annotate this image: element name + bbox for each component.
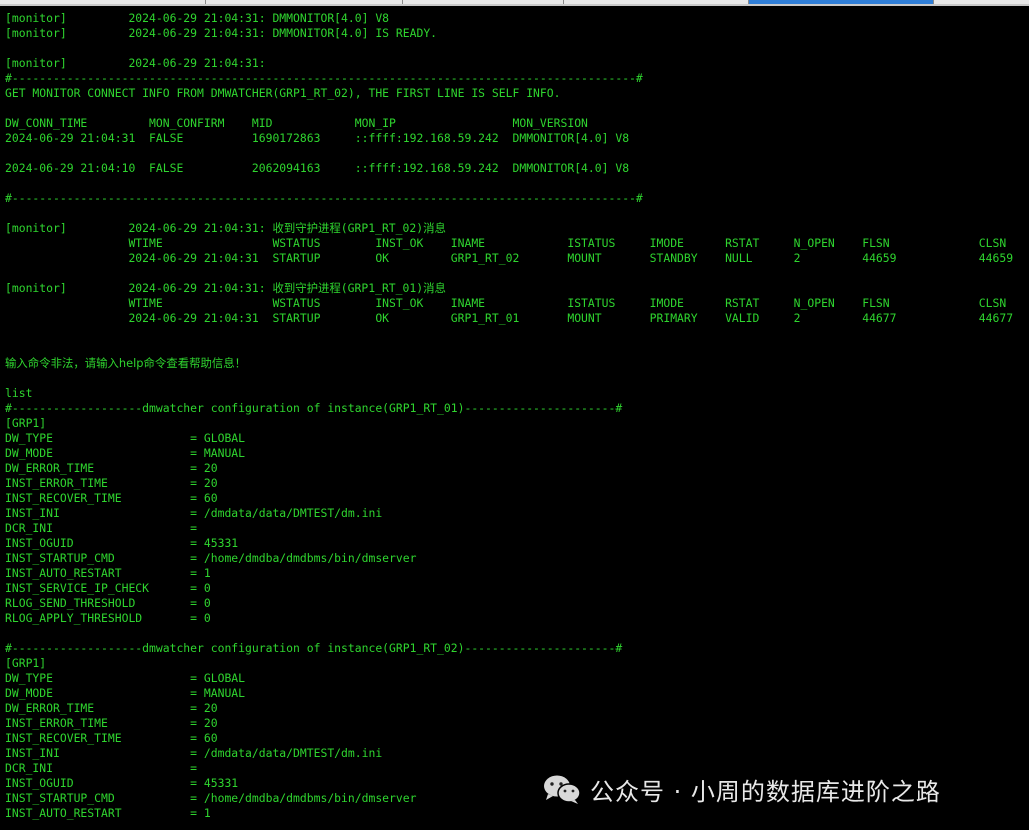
terminal-line: INST_RECOVER_TIME = 60 (5, 491, 218, 505)
terminal-output[interactable]: [monitor] 2024-06-29 21:04:31: DMMONITOR… (0, 6, 1029, 830)
terminal-line: #---------------------------------------… (5, 191, 643, 205)
terminal-line: DW_TYPE = GLOBAL (5, 671, 246, 685)
terminal-line: INST_RECOVER_TIME = 60 (5, 731, 218, 745)
watermark-text: 公众号 · 小周的数据库进阶之路 (590, 777, 941, 806)
terminal-line: DCR_INI = (5, 761, 198, 775)
terminal-line: DW_ERROR_TIME = 20 (5, 701, 218, 715)
terminal-line: INST_STARTUP_CMD = /home/dmdba/dmdbms/bi… (5, 551, 417, 565)
terminal-line: WTIME WSTATUS INST_OK INAME ISTATUS IMOD… (5, 236, 1007, 250)
tab[interactable] (934, 0, 1029, 4)
terminal-line: [monitor] 2024-06-29 21:04:31: 收到守护进程(GR… (5, 281, 446, 295)
terminal-line: #-------------------dmwatcher configurat… (5, 401, 623, 415)
terminal-line: INST_ERROR_TIME = 20 (5, 716, 218, 730)
tab[interactable] (564, 0, 749, 4)
terminal-line: RLOG_APPLY_THRESHOLD = 0 (5, 611, 211, 625)
terminal-line: INST_AUTO_RESTART = 1 (5, 806, 211, 820)
terminal-line: list (5, 386, 33, 400)
terminal-line: DW_MODE = MANUAL (5, 446, 246, 460)
tab[interactable] (206, 0, 403, 4)
terminal-line: DW_CONN_TIME MON_CONFIRM MID MON_IP MON_… (5, 116, 588, 130)
terminal-line: [GRP1] (5, 656, 47, 670)
terminal-line: DW_ERROR_TIME = 20 (5, 461, 218, 475)
terminal-line: 2024-06-29 21:04:31 STARTUP OK GRP1_RT_0… (5, 311, 1014, 325)
terminal-line: DW_TYPE = GLOBAL (5, 431, 246, 445)
terminal-line: INST_INI = /dmdata/data/DMTEST/dm.ini (5, 746, 383, 760)
watermark: 公众号 · 小周的数据库进阶之路 (542, 770, 941, 808)
terminal-line: [monitor] 2024-06-29 21:04:31: DMMONITOR… (5, 26, 438, 40)
tab[interactable] (0, 0, 206, 4)
terminal-line: 2024-06-29 21:04:10 FALSE 2062094163 ::f… (5, 161, 630, 175)
terminal-line: 2024-06-29 21:04:31 FALSE 1690172863 ::f… (5, 131, 630, 145)
terminal-line: WTIME WSTATUS INST_OK INAME ISTATUS IMOD… (5, 296, 1007, 310)
tab-active[interactable] (749, 0, 934, 4)
terminal-line: DW_MODE = MANUAL (5, 686, 246, 700)
terminal-line: INST_OGUID = 45331 (5, 776, 239, 790)
terminal-line: DCR_INI = (5, 521, 198, 535)
terminal-line: 输入命令非法，请输入help命令查看帮助信息！ (5, 356, 247, 370)
wechat-icon (544, 775, 581, 804)
terminal-line: [GRP1] (5, 416, 47, 430)
terminal-line: GET MONITOR CONNECT INFO FROM DMWATCHER(… (5, 86, 561, 100)
terminal-line: [monitor] 2024-06-29 21:04:31: (5, 56, 266, 70)
terminal-line: #-------------------dmwatcher configurat… (5, 641, 623, 655)
terminal-line: #---------------------------------------… (5, 71, 643, 85)
terminal-line: INST_OGUID = 45331 (5, 536, 239, 550)
terminal-line: INST_INI = /dmdata/data/DMTEST/dm.ini (5, 506, 383, 520)
terminal-line: INST_STARTUP_CMD = /home/dmdba/dmdbms/bi… (5, 791, 417, 805)
terminal-line: INST_SERVICE_IP_CHECK = 0 (5, 581, 211, 595)
terminal-line: [monitor] 2024-06-29 21:04:31: 收到守护进程(GR… (5, 221, 446, 235)
terminal-line: INST_ERROR_TIME = 20 (5, 476, 218, 490)
tab[interactable] (403, 0, 564, 4)
terminal-line: RLOG_SEND_THRESHOLD = 0 (5, 596, 211, 610)
terminal-line: 2024-06-29 21:04:31 STARTUP OK GRP1_RT_0… (5, 251, 1014, 265)
terminal-line: [monitor] 2024-06-29 21:04:31: DMMONITOR… (5, 11, 390, 25)
terminal-line: INST_AUTO_RESTART = 1 (5, 566, 211, 580)
